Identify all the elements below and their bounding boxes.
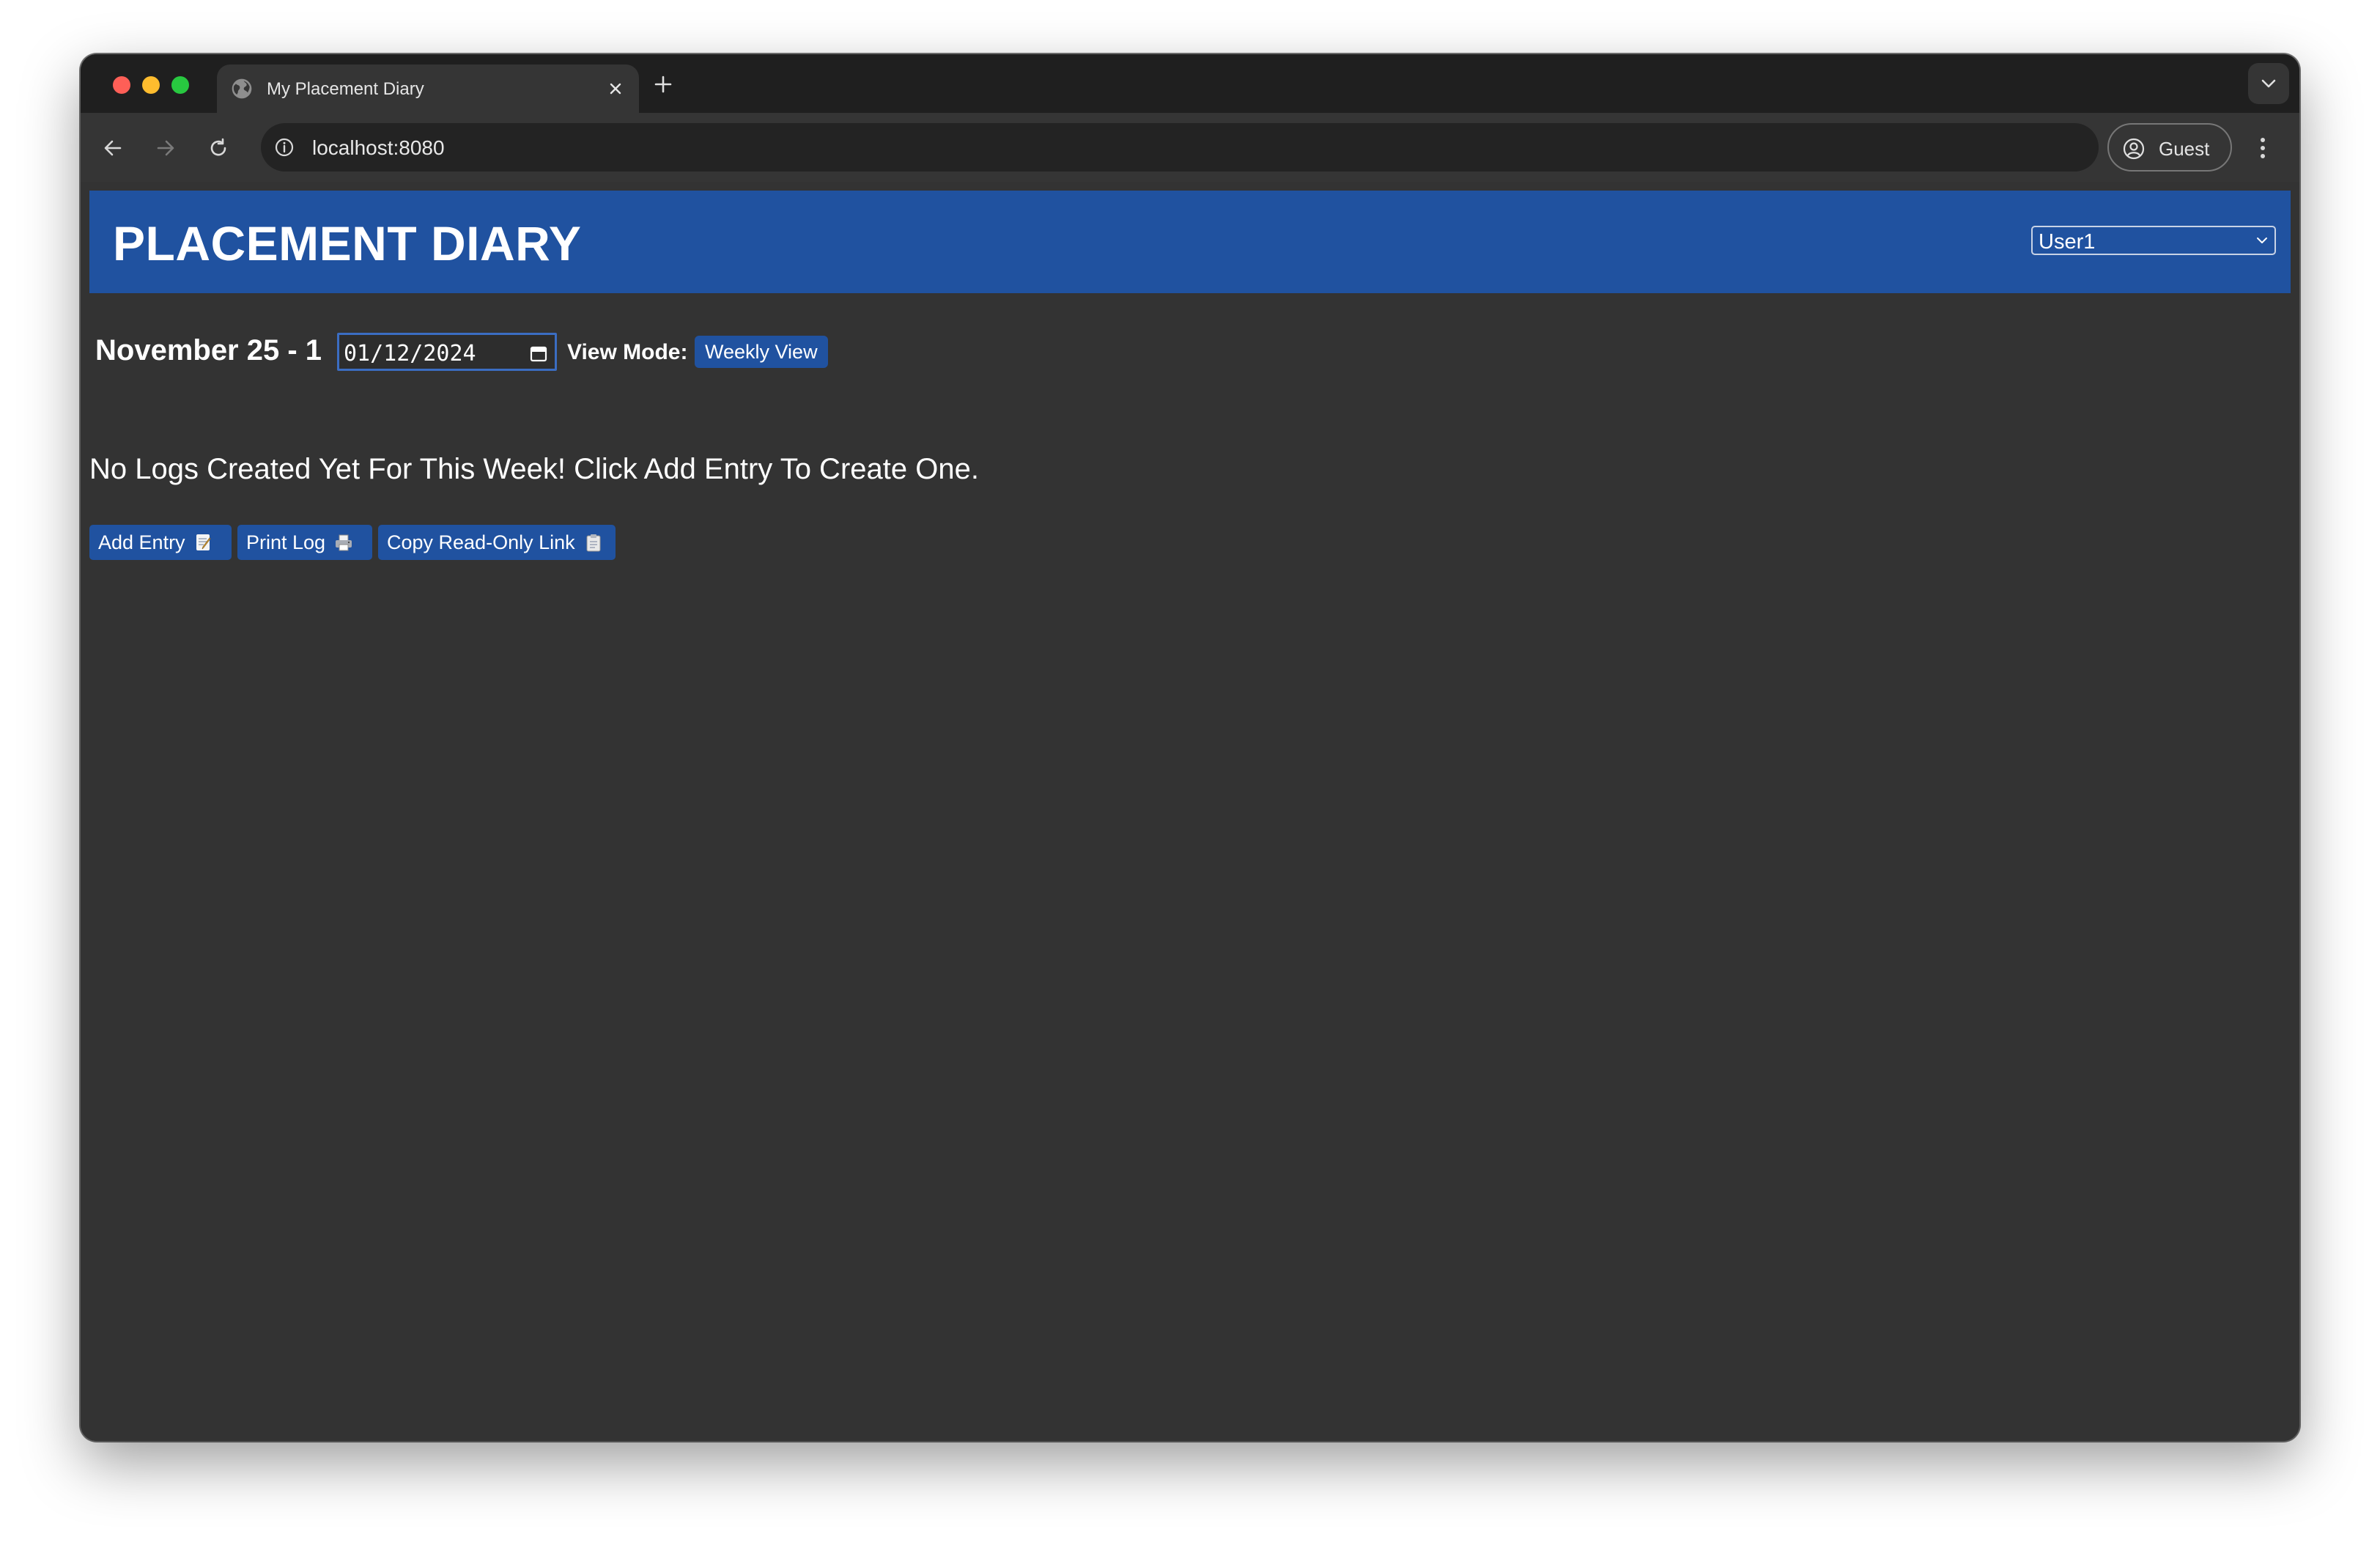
print-log-label: Print Log [246, 531, 326, 553]
date-picker-input[interactable]: 01/12/2024 [337, 333, 557, 371]
back-button[interactable] [92, 128, 133, 169]
new-tab-button[interactable] [645, 66, 681, 103]
view-mode-button[interactable]: Weekly View [695, 336, 828, 368]
add-entry-button[interactable]: Add Entry [89, 525, 232, 560]
browser-menu-button[interactable] [2242, 128, 2283, 169]
page-viewport: PLACEMENT DIARY User1 November 25 - 1 01… [81, 182, 2299, 1441]
plus-icon [654, 75, 672, 93]
profile-icon [2123, 138, 2145, 160]
close-window-button[interactable] [113, 76, 130, 94]
profile-button[interactable]: Guest [2107, 123, 2232, 172]
minimize-window-button[interactable] [142, 76, 160, 94]
printer-icon [336, 534, 352, 551]
user-select[interactable]: User1 [2031, 226, 2276, 255]
tab-search-button[interactable] [2248, 63, 2289, 104]
empty-state-message: No Logs Created Yet For This Week! Click… [89, 453, 979, 485]
zoom-window-button[interactable] [171, 76, 189, 94]
chevron-down-icon [2257, 237, 2267, 243]
browser-tab-active[interactable]: My Placement Diary [217, 64, 639, 113]
app-title: PLACEMENT DIARY [113, 216, 582, 270]
back-arrow-icon [104, 140, 122, 156]
copy-read-only-link-button[interactable]: Copy Read-Only Link [378, 525, 616, 560]
info-icon[interactable] [274, 137, 295, 158]
week-controls: November 25 - 1 01/12/2024 View Mode: We… [95, 327, 975, 371]
chevron-down-icon [2261, 79, 2276, 88]
url-text: localhost:8080 [312, 136, 445, 159]
browser-toolbar: localhost:8080 Guest [81, 113, 2299, 182]
memo-icon [196, 534, 211, 550]
tab-strip: My Placement Diary [81, 54, 2299, 113]
profile-label: Guest [2159, 138, 2210, 160]
copy-link-label: Copy Read-Only Link [387, 531, 575, 553]
forward-arrow-icon [157, 140, 174, 156]
forward-button[interactable] [145, 128, 186, 169]
kebab-menu-icon [2261, 138, 2265, 158]
tab-title: My Placement Diary [267, 79, 424, 99]
print-log-button[interactable]: Print Log [237, 525, 372, 560]
globe-icon [232, 78, 252, 99]
app-header: PLACEMENT DIARY User1 [89, 191, 2291, 293]
address-bar[interactable]: localhost:8080 [261, 123, 2099, 172]
add-entry-label: Add Entry [98, 531, 185, 553]
week-range-label: November 25 - 1 [95, 334, 322, 366]
browser-window: My Placement Diary localhost:8080 Guest … [81, 54, 2299, 1441]
clipboard-icon [586, 534, 601, 552]
user-select-value: User1 [2039, 230, 2096, 254]
close-icon[interactable] [602, 75, 629, 102]
view-mode-label: View Mode: [567, 340, 688, 364]
date-value: 01/12/2024 [344, 341, 476, 366]
calendar-icon[interactable] [530, 344, 547, 362]
reload-button[interactable] [198, 128, 239, 169]
reload-icon [210, 138, 226, 156]
